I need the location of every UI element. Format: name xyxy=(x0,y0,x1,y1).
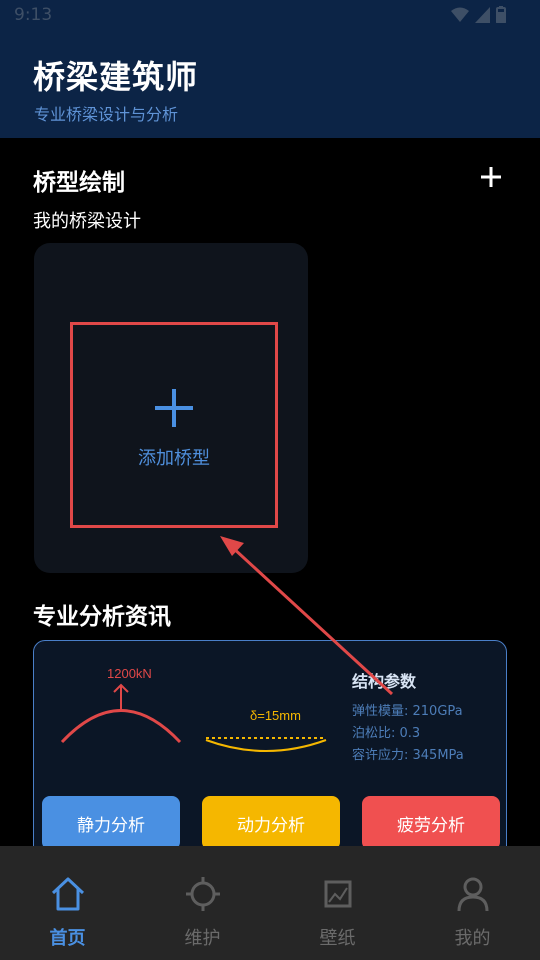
nav-item-profile[interactable]: 我的 xyxy=(405,846,540,960)
person-icon xyxy=(457,877,488,912)
status-icons xyxy=(451,6,506,23)
nav-label-maintenance: 维护 xyxy=(184,928,221,949)
arch-curve xyxy=(60,709,182,744)
app-header: 9:13 桥梁建筑师 专业桥梁设计与分析 xyxy=(0,0,540,138)
load-label: 1200kN xyxy=(107,666,152,681)
analysis-card: 1200kN δ=15mm 结构参数 弹性模量: 210GPa 泊松比: 0.3… xyxy=(33,640,507,870)
deflection-curve xyxy=(205,739,327,752)
image-chart-icon xyxy=(324,880,351,908)
param-poisson-ratio: 泊松比: 0.3 xyxy=(352,726,421,741)
params-title: 结构参数 xyxy=(352,672,417,691)
nav-item-wallpaper[interactable]: 壁纸 xyxy=(270,846,405,960)
wifi-icon xyxy=(451,7,469,22)
my-designs-label: 我的桥梁设计 xyxy=(33,211,141,232)
status-time: 9:13 xyxy=(14,5,53,25)
status-bar: 9:13 xyxy=(0,0,540,34)
deflection-label: δ=15mm xyxy=(250,708,301,723)
plus-icon xyxy=(155,389,193,427)
crosshair-icon xyxy=(185,877,220,911)
home-icon xyxy=(51,877,84,911)
nav-label-home: 首页 xyxy=(49,928,86,949)
add-bridge-label: 添加桥型 xyxy=(138,448,210,469)
param-allowable-stress: 容许应力: 345MPa xyxy=(352,748,464,763)
nav-label-profile: 我的 xyxy=(454,928,491,949)
nav-item-maintenance[interactable]: 维护 xyxy=(135,846,270,960)
bottom-nav: 首页 维护 壁纸 我的 xyxy=(0,846,540,960)
nav-item-home[interactable]: 首页 xyxy=(0,846,135,960)
app-subtitle: 专业桥梁设计与分析 xyxy=(34,105,179,124)
param-elastic-modulus: 弹性模量: 210GPa xyxy=(352,704,463,719)
add-bridge-button[interactable]: 添加桥型 xyxy=(70,322,278,528)
battery-icon xyxy=(496,6,506,23)
nav-label-wallpaper: 壁纸 xyxy=(319,928,356,949)
bridge-drawing-title: 桥型绘制 xyxy=(33,170,125,196)
add-icon[interactable] xyxy=(478,164,504,190)
static-analysis-button[interactable]: 静力分析 xyxy=(42,796,180,850)
dynamic-analysis-button[interactable]: 动力分析 xyxy=(202,796,340,850)
fatigue-analysis-button[interactable]: 疲劳分析 xyxy=(362,796,500,850)
load-arrow-icon xyxy=(113,683,129,711)
app-title: 桥梁建筑师 xyxy=(33,58,199,96)
analysis-title: 专业分析资讯 xyxy=(33,604,171,630)
signal-icon xyxy=(475,6,490,23)
